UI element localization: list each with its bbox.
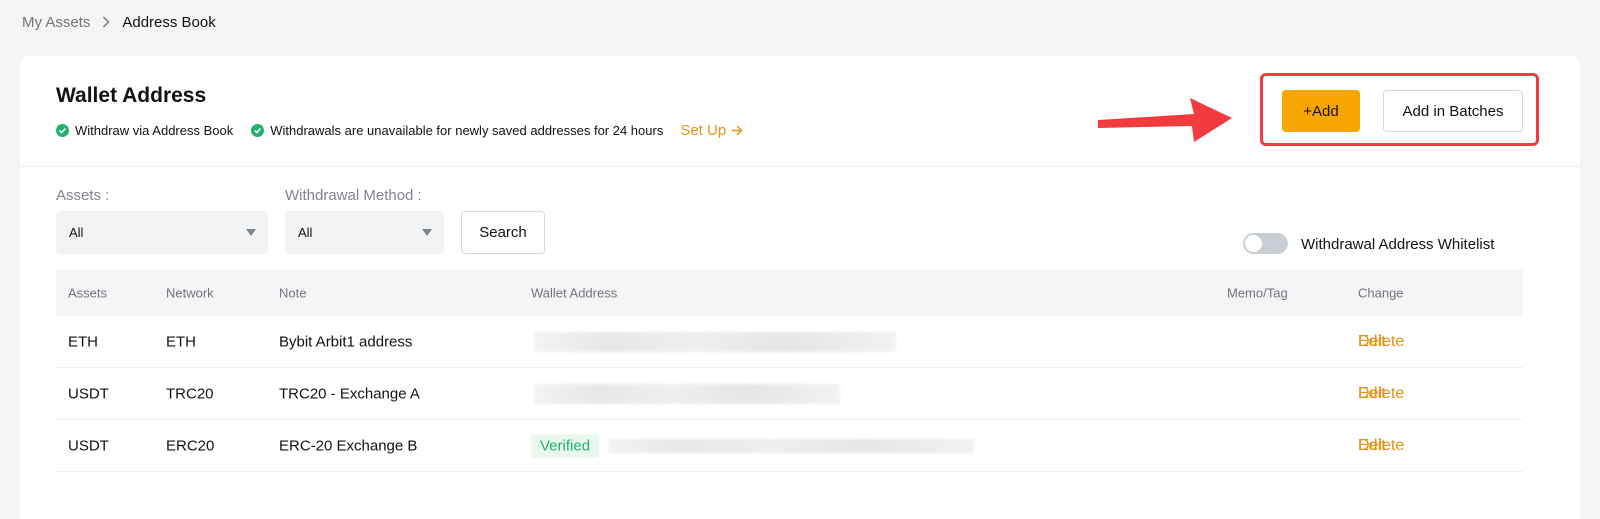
cell-note: ERC-20 Exchange B bbox=[279, 437, 418, 454]
cell-asset: USDT bbox=[68, 385, 109, 402]
address-book-card: Wallet Address Withdraw via Address Book… bbox=[20, 56, 1580, 519]
whitelist-label: Withdrawal Address Whitelist bbox=[1301, 236, 1495, 253]
check-circle-icon bbox=[251, 124, 265, 137]
table-header: Assets Network Note Wallet Address Memo/… bbox=[56, 270, 1523, 316]
cell-network: ETH bbox=[166, 333, 196, 350]
search-button[interactable]: Search bbox=[461, 211, 545, 254]
toggle-knob bbox=[1245, 235, 1262, 252]
setup-link-label: Set Up bbox=[680, 122, 727, 139]
method-filter-label: Withdrawal Method : bbox=[285, 187, 422, 204]
cell-note: Bybit Arbit1 address bbox=[279, 333, 413, 350]
note-address-book-text: Withdraw via Address Book bbox=[75, 123, 234, 138]
whitelist-toggle[interactable] bbox=[1243, 233, 1288, 254]
cell-network: TRC20 bbox=[166, 385, 214, 402]
withdrawal-method-select[interactable]: All bbox=[285, 211, 444, 254]
table-row: USDT TRC20 TRC20 - Exchange A Edit Delet… bbox=[56, 368, 1523, 420]
breadcrumb: My Assets Address Book bbox=[22, 12, 216, 32]
delete-button[interactable]: Delete bbox=[1358, 385, 1404, 403]
header-wallet-address: Wallet Address bbox=[531, 285, 618, 301]
cell-asset: USDT bbox=[68, 437, 109, 454]
chevron-right-icon bbox=[102, 16, 110, 28]
cell-asset: ETH bbox=[68, 333, 98, 350]
breadcrumb-current: Address Book bbox=[122, 13, 216, 31]
caret-down-icon bbox=[246, 229, 256, 236]
arrow-right-icon bbox=[731, 125, 743, 136]
header-network: Network bbox=[166, 285, 214, 301]
note-24h-text: Withdrawals are unavailable for newly sa… bbox=[270, 123, 664, 138]
delete-button[interactable]: Delete bbox=[1358, 333, 1404, 351]
check-circle-icon bbox=[56, 124, 69, 137]
cell-network: ERC20 bbox=[166, 437, 215, 454]
note-address-book: Withdraw via Address Book bbox=[56, 123, 233, 138]
header-assets: Assets bbox=[68, 285, 108, 301]
info-notes: Withdraw via Address Book Withdrawals ar… bbox=[56, 122, 743, 139]
note-24h: Withdrawals are unavailable for newly sa… bbox=[251, 123, 663, 138]
assets-select-value: All bbox=[69, 225, 84, 240]
breadcrumb-my-assets[interactable]: My Assets bbox=[22, 14, 90, 31]
card-header: Wallet Address Withdraw via Address Book… bbox=[20, 56, 1580, 167]
assets-filter-label: Assets : bbox=[56, 187, 110, 204]
page-title: Wallet Address bbox=[56, 84, 207, 107]
cell-note: TRC20 - Exchange A bbox=[279, 385, 420, 402]
assets-select[interactable]: All bbox=[56, 211, 268, 254]
add-in-batches-button[interactable]: Add in Batches bbox=[1383, 90, 1523, 132]
setup-link[interactable]: Set Up bbox=[680, 122, 743, 139]
verified-badge: Verified bbox=[531, 434, 600, 457]
table-row: ETH ETH Bybit Arbit1 address Edit Delete bbox=[56, 316, 1523, 368]
table-row: USDT ERC20 ERC-20 Exchange B Verified Ed… bbox=[56, 420, 1523, 472]
address-table: Assets Network Note Wallet Address Memo/… bbox=[56, 270, 1523, 472]
delete-button[interactable]: Delete bbox=[1358, 437, 1404, 455]
blurred-wallet-address bbox=[534, 331, 896, 352]
method-select-value: All bbox=[298, 225, 313, 240]
header-memo-tag: Memo/Tag bbox=[1227, 285, 1288, 301]
add-address-button[interactable]: +Add bbox=[1282, 90, 1360, 132]
blurred-wallet-address bbox=[534, 383, 840, 404]
header-change: Change bbox=[1358, 285, 1404, 301]
annotation-arrow-icon bbox=[1098, 98, 1232, 142]
header-note: Note bbox=[279, 285, 307, 301]
blurred-wallet-address bbox=[608, 438, 974, 453]
caret-down-icon bbox=[422, 229, 432, 236]
